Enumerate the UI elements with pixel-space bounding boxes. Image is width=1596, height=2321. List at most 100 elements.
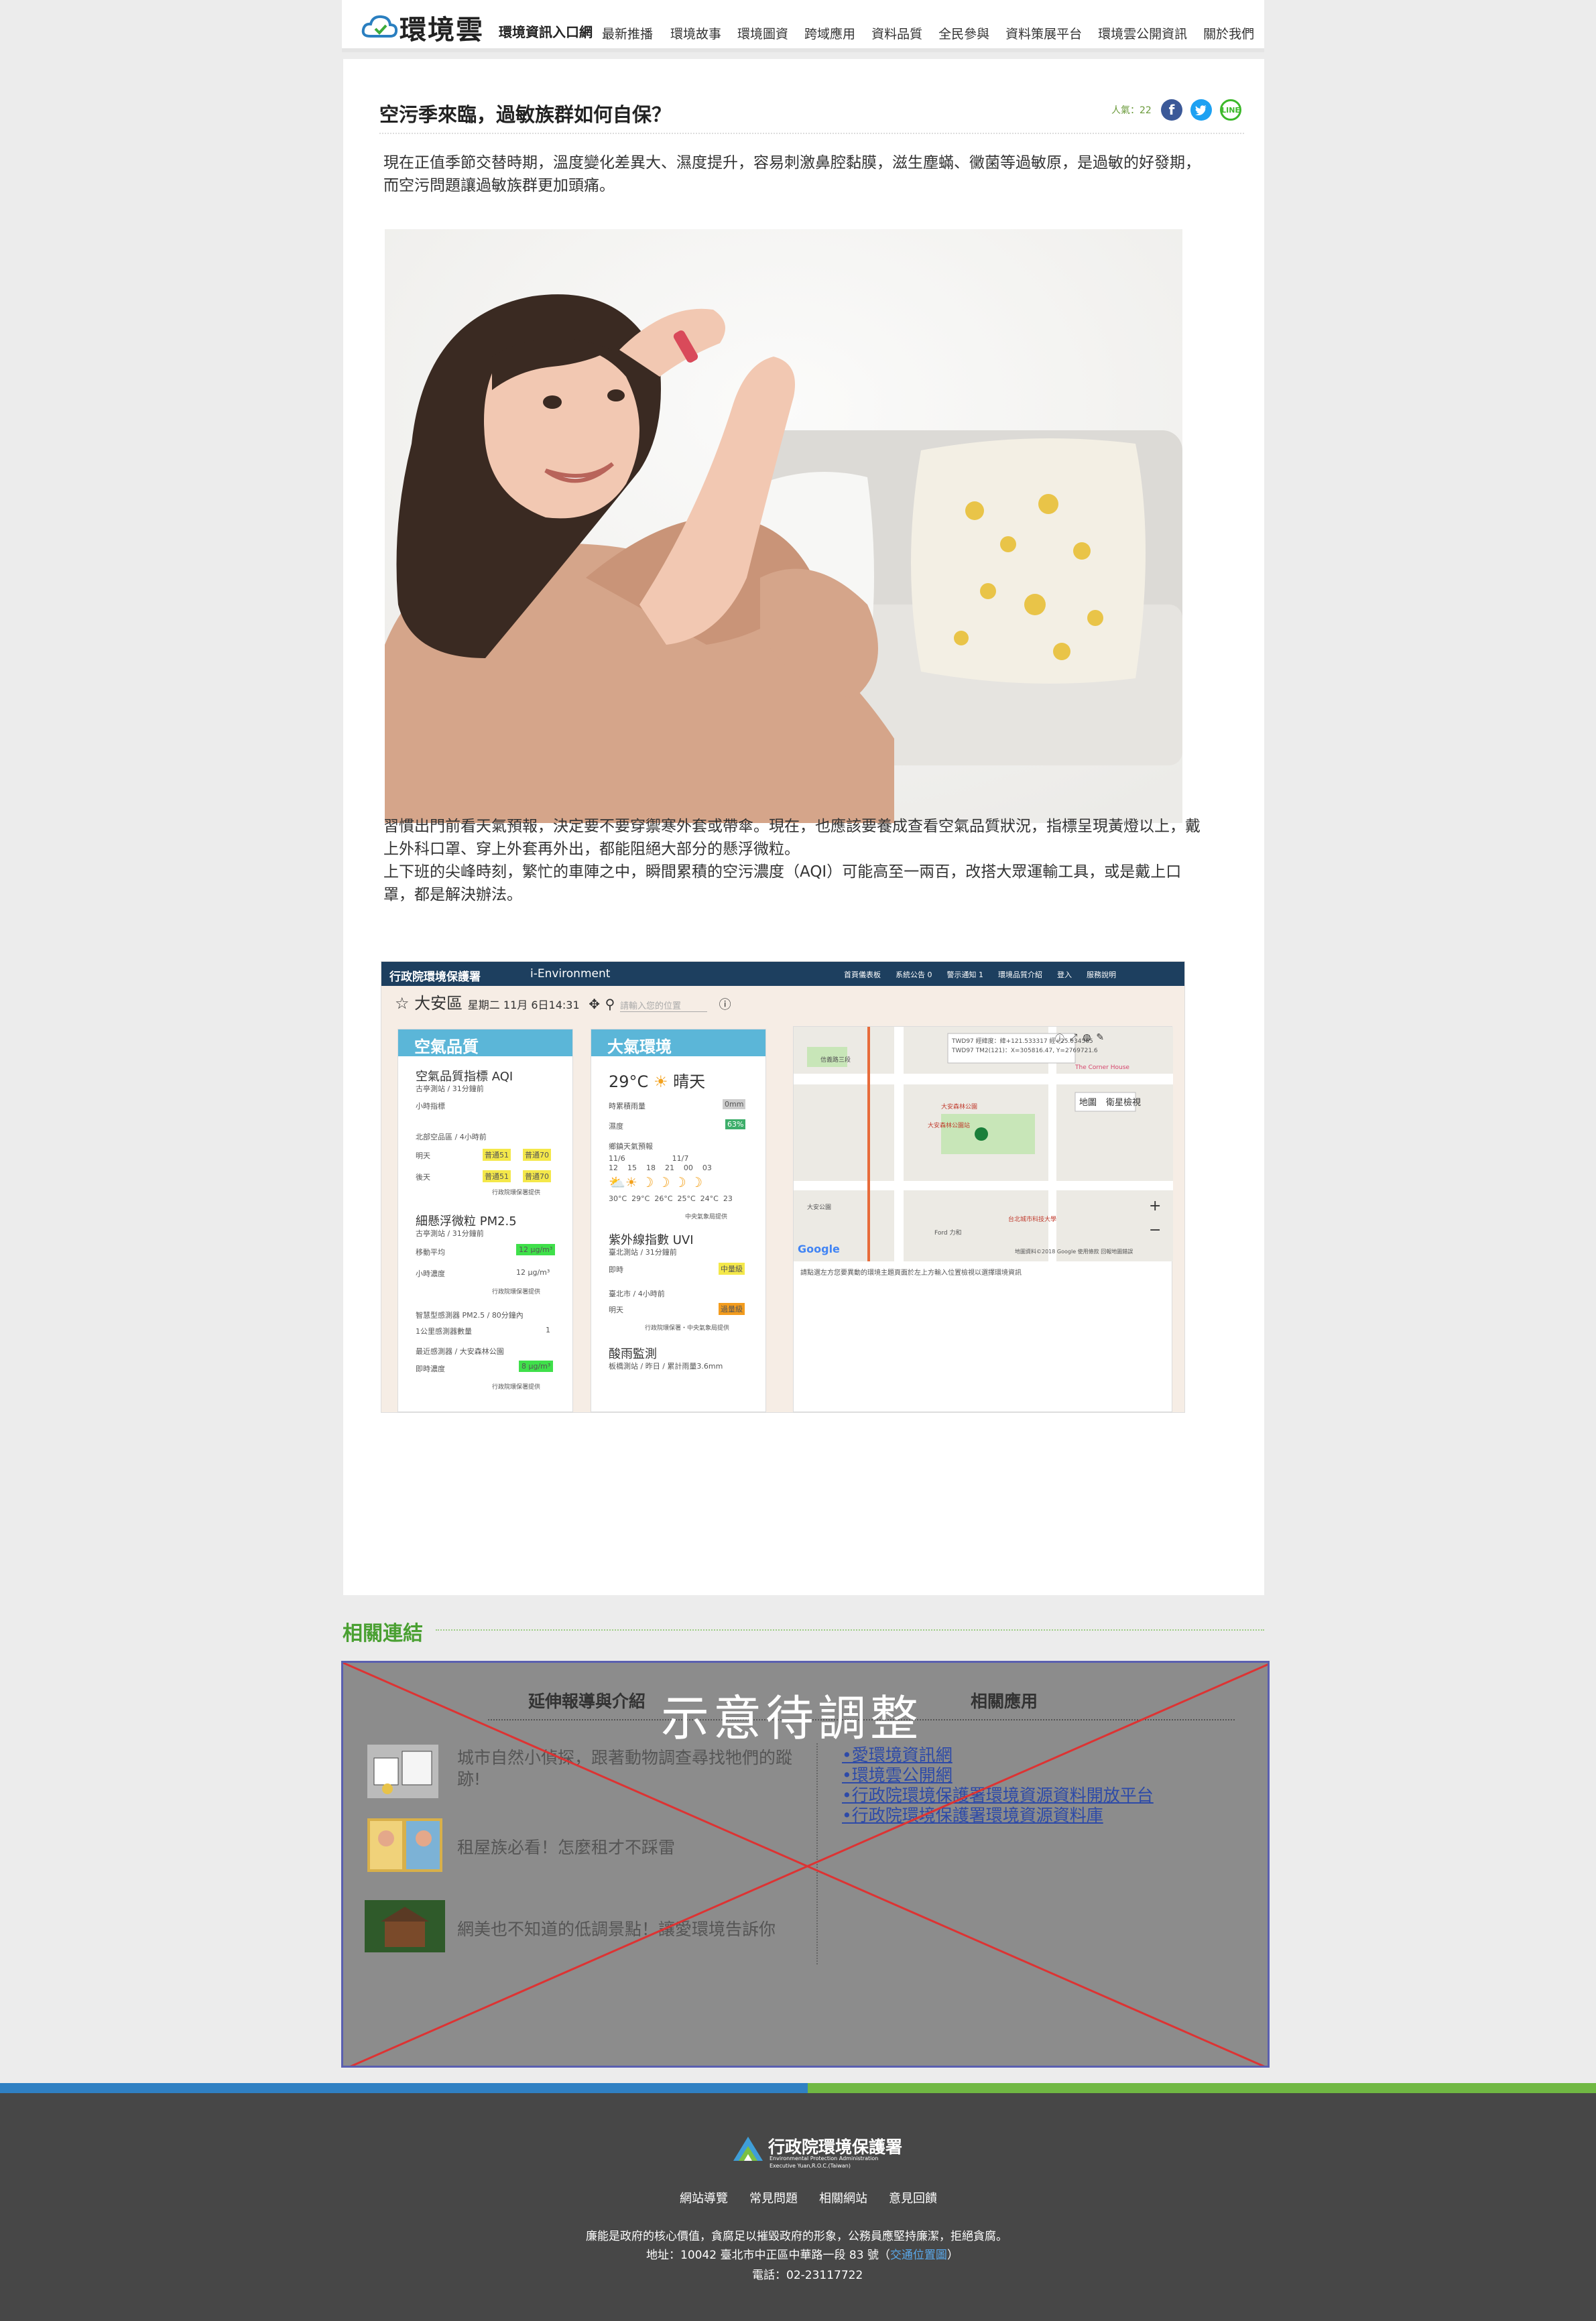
- forecast-label: 鄉鎮天氣預報: [609, 1142, 653, 1151]
- screenshot-menu-item: 登入: [1057, 970, 1072, 979]
- sensor-label: 智慧型感測器 PM2.5 / 80分鐘內: [416, 1311, 524, 1320]
- humidity-value: 63%: [725, 1119, 746, 1129]
- forecast-temps: 30°C 29°C 26°C 25°C 24°C 23: [609, 1194, 733, 1203]
- twitter-share-icon[interactable]: [1190, 99, 1212, 121]
- acid-rain-label: 酸雨監測: [609, 1347, 657, 1361]
- info-icon: ⓘ: [719, 998, 731, 1012]
- search-icon: ⚲: [605, 996, 615, 1012]
- aqi-label: 空氣品質指標 AQI: [416, 1070, 513, 1084]
- article-photo: [385, 229, 1182, 823]
- screenshot-menu-item: 服務說明: [1087, 970, 1116, 979]
- nav-item-curation[interactable]: 資料策展平台: [1005, 24, 1082, 42]
- cloud-sun-icon: ⛅: [609, 1174, 625, 1190]
- uvi-now-label: 即時: [609, 1265, 623, 1274]
- nav-item-stories[interactable]: 環境故事: [670, 24, 721, 42]
- map-zoom: + −: [1149, 1194, 1161, 1243]
- pencil-icon[interactable]: ✎: [1096, 1032, 1104, 1046]
- air-card-title: 空氣品質: [398, 1029, 572, 1056]
- line-share-icon[interactable]: LINE: [1220, 99, 1241, 121]
- logo-subtitle: 環境資訊入口網: [499, 24, 593, 40]
- cloud-logo-icon[interactable]: [361, 12, 398, 42]
- related-links-divider: [436, 1629, 1264, 1631]
- zoom-out-button[interactable]: −: [1149, 1218, 1161, 1243]
- nav-item-maps[interactable]: 環境圖資: [737, 24, 788, 42]
- zoom-in-button[interactable]: +: [1149, 1194, 1161, 1218]
- footer-map-link[interactable]: 交通位置圖: [890, 2249, 947, 2262]
- map-note: 請點選左方您要異動的環境主題頁面於左上方輸入位置檢視以選擇環境資訊: [800, 1269, 1022, 1277]
- uv-tomorrow-value: 過量級: [719, 1303, 745, 1315]
- map-panel: TWD97 經緯度：緯+121.533317 經+25.034565 TWD97…: [793, 1026, 1173, 1412]
- nav-item-latest[interactable]: 最新推播: [602, 24, 653, 42]
- humidity-label: 濕度: [609, 1122, 623, 1131]
- nav-item-data-quality[interactable]: 資料品質: [871, 24, 922, 42]
- footer-stripe: [0, 2083, 808, 2093]
- footer-agency-en-2: Executive Yuan,R.O.C.(Taiwan): [770, 2163, 851, 2169]
- view-count: 人氣：22: [1111, 105, 1152, 116]
- map-place: 大安森林公園站: [928, 1123, 971, 1129]
- uv-forecast-label: 臺北市 / 4小時前: [609, 1290, 665, 1298]
- sun-icon: ☀: [625, 1174, 637, 1190]
- nav-item-about[interactable]: 關於我們: [1203, 24, 1254, 42]
- hourly-conc-value: 12 μg/m³: [516, 1268, 550, 1277]
- related-links-title: 相關連結: [343, 1622, 423, 1645]
- map-toolbar: ⓘ ⤢ ◍ ✎: [1055, 1032, 1104, 1046]
- forecast-label: 北部空品區 / 4小時前: [416, 1133, 487, 1141]
- article-intro: 現在正值季節交替時期，溫度變化差異大、濕度提升，容易刺激鼻腔黏膜，滋生塵蟎、黴菌…: [383, 154, 1201, 194]
- pm25-value: 12 μg/m³: [516, 1244, 556, 1255]
- acid-rain-note: 板橋測站 / 昨日 / 累計雨量3.6mm: [609, 1362, 723, 1371]
- map-layer-map[interactable]: 地圖: [1079, 1095, 1097, 1108]
- nearest-sensor-now: 即時濃度: [416, 1365, 445, 1373]
- expand-icon[interactable]: ⤢: [1070, 1032, 1077, 1046]
- article-body-1: 習慣出門前看天氣預報，決定要不要穿禦寒外套或帶傘。現在，也應該要養成查看空氣品質…: [383, 818, 1201, 858]
- screenshot-menu-item: 環境品質介紹: [998, 970, 1042, 979]
- placeholder-cross: [343, 1663, 1268, 2066]
- footer-address-text: 地址：10042 臺北市中正區中華路一段 83 號（: [646, 2249, 890, 2262]
- day-after-label: 後天: [416, 1173, 430, 1182]
- tomorrow-label: 明天: [416, 1151, 430, 1160]
- screenshot-menu-item: 系統公告 0: [896, 970, 932, 979]
- facebook-share-icon[interactable]: f: [1161, 99, 1182, 121]
- footer-link-faq[interactable]: 常見問題: [749, 2189, 798, 2206]
- footer-stripe: [808, 2083, 1596, 2093]
- weather-now: 29°C ☀ 晴天: [609, 1068, 705, 1092]
- nearest-sensor-value: 8 μg/m³: [519, 1361, 554, 1372]
- star-icon: ☆: [395, 994, 410, 1013]
- pm25-note: 古亭測站 / 31分鐘前: [416, 1229, 484, 1238]
- map-place: The Corner House: [1075, 1064, 1129, 1071]
- air-source: 行政院環保署提供: [492, 1384, 541, 1391]
- google-logo: Google: [798, 1243, 840, 1255]
- map-layer-satellite[interactable]: 衛星檢視: [1106, 1095, 1141, 1108]
- uv-tomorrow-label: 明天: [609, 1306, 623, 1314]
- screenshot-app-name: i-Environment: [530, 967, 611, 981]
- article-body-2: 上下班的尖峰時刻，繁忙的車陣之中，瞬間累積的空污濃度（AQI）可能高至一兩百，改…: [383, 863, 1182, 903]
- nav-item-cross-domain[interactable]: 跨域應用: [804, 24, 855, 42]
- sensor-count-value: 1: [546, 1326, 550, 1334]
- footer-link-related[interactable]: 相關網站: [819, 2189, 867, 2206]
- map-place: Ford 力和: [934, 1230, 962, 1237]
- info-icon[interactable]: ⓘ: [1055, 1032, 1064, 1046]
- footer-agency-en-1: Environmental Protection Administration: [770, 2155, 879, 2161]
- screenshot-menu-item: 警示通知 1: [946, 970, 984, 979]
- screenshot-location-row: ☆ 大安區 星期二 11月 6日14:31 ✥ ⚲ 請輸入您的位置 ⓘ: [395, 990, 731, 1013]
- screenshot-menu-item: 首頁儀表板: [844, 970, 881, 979]
- main-nav: 最新推播 環境故事 環境圖資 跨域應用 資料品質 全民參與 資料策展平台 環境雲…: [602, 24, 1254, 42]
- nav-item-open-info[interactable]: 環境雲公開資訊: [1098, 24, 1187, 42]
- nav-item-participation[interactable]: 全民參與: [938, 24, 989, 42]
- screenshot-date: 星期二 11月 6日14:31: [467, 999, 580, 1011]
- forecast-dates: 11/6 11/7: [609, 1154, 689, 1163]
- sensor-count-label: 1公里感測器數量: [416, 1327, 472, 1336]
- footer-link-feedback[interactable]: 意見回饋: [889, 2189, 937, 2206]
- sun-icon: ☀: [653, 1072, 668, 1091]
- footer-link-sitemap[interactable]: 網站導覽: [680, 2189, 728, 2206]
- globe-icon[interactable]: ◍: [1083, 1032, 1091, 1046]
- footer-phone: 電話：02-23117722: [752, 2269, 863, 2282]
- forecast-hours: 12 15 18 21 00 03: [609, 1164, 712, 1172]
- site-footer: 行政院環境保護署 Environmental Protection Admini…: [0, 2083, 1596, 2321]
- article-title: 空污季來臨，過敏族群如何自保？: [379, 103, 672, 126]
- logo-text[interactable]: 環境雲: [400, 8, 484, 47]
- footer-address: 地址：10042 臺北市中正區中華路一段 83 號（交通位置圖）: [646, 2245, 959, 2262]
- article: 空污季來臨，過敏族群如何自保？ 人氣：22 f LINE 現在正值季節交替時期，…: [343, 59, 1264, 1595]
- screenshot-search-placeholder: 請輸入您的位置: [619, 999, 707, 1012]
- moving-avg-label: 移動平均: [416, 1248, 445, 1257]
- weather-card-title: 大氣環境: [591, 1029, 765, 1056]
